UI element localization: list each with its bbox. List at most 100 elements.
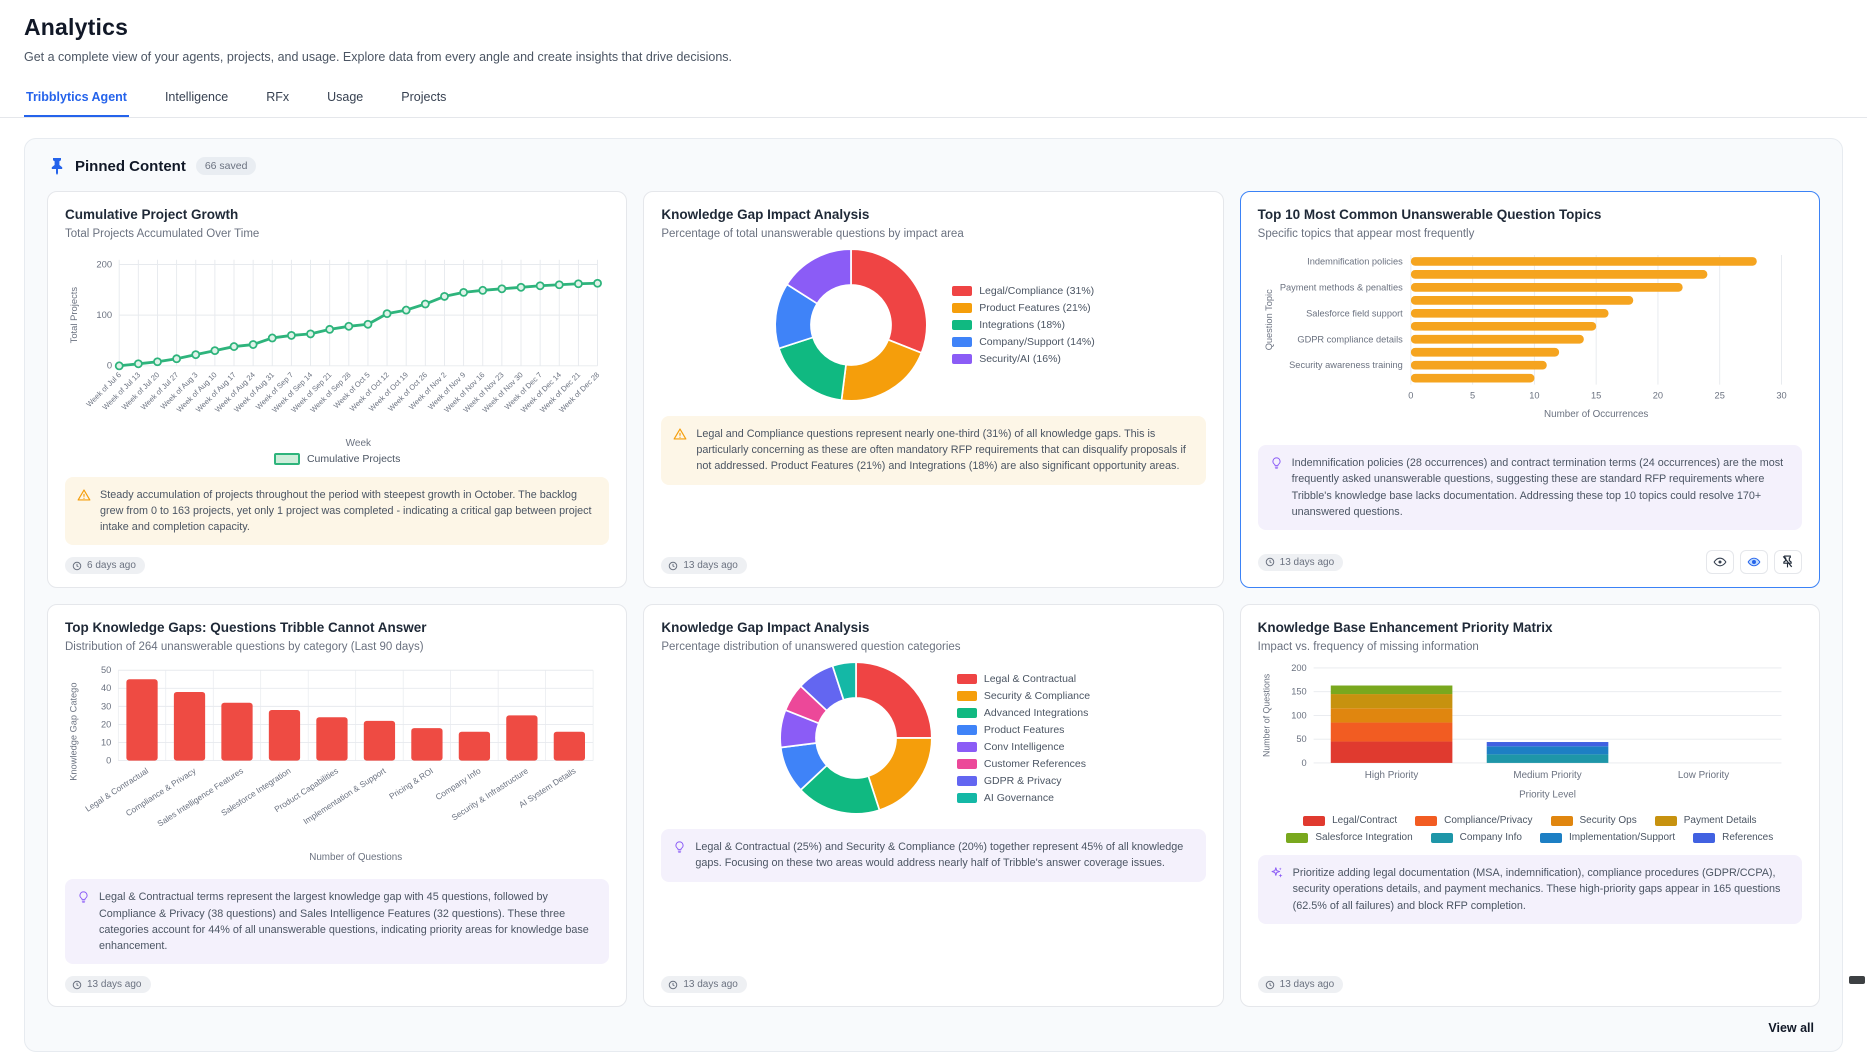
page-title: Analytics xyxy=(24,14,1843,41)
insight-note: Legal and Compliance questions represent… xyxy=(661,416,1205,485)
insight-text: Prioritize adding legal documentation (M… xyxy=(1293,865,1790,914)
legend-swatch xyxy=(957,793,977,803)
lightbulb-icon xyxy=(1270,456,1283,520)
svg-text:Week: Week xyxy=(346,438,372,449)
insight-note: Legal & Contractual (25%) and Security &… xyxy=(661,829,1205,881)
card-subtitle: Percentage distribution of unanswered qu… xyxy=(661,641,1205,653)
card-subtitle: Distribution of 264 unanswerable questio… xyxy=(65,641,609,653)
legend-swatch xyxy=(1303,816,1325,826)
card-actions xyxy=(1706,550,1802,574)
card-cumulative-project-growth[interactable]: Cumulative Project Growth Total Projects… xyxy=(47,191,627,588)
legend-swatch xyxy=(957,691,977,701)
tab-rfx[interactable]: RFx xyxy=(264,82,291,117)
legend-label: Company Info xyxy=(1460,832,1522,843)
insight-text: Legal & Contractual (25%) and Security &… xyxy=(695,839,1193,871)
clock-icon xyxy=(668,980,678,990)
unpin-button[interactable] xyxy=(1774,550,1802,574)
legend-label: Security Ops xyxy=(1580,815,1637,826)
svg-text:Sales Intelligence Features: Sales Intelligence Features xyxy=(155,766,245,829)
legend-swatch xyxy=(1286,833,1308,843)
legend-swatch xyxy=(952,320,972,330)
legend-swatch xyxy=(957,708,977,718)
card-priority-matrix[interactable]: Knowledge Base Enhancement Priority Matr… xyxy=(1240,604,1820,1007)
card-top-knowledge-gaps[interactable]: Top Knowledge Gaps: Questions Tribble Ca… xyxy=(47,604,627,1007)
card-subtitle: Specific topics that appear most frequen… xyxy=(1258,228,1802,240)
line-chart: 0100200Week of Jul 6Week of Jul 13Week o… xyxy=(65,248,609,465)
card-title: Top Knowledge Gaps: Questions Tribble Ca… xyxy=(65,620,609,635)
insight-view-button[interactable] xyxy=(1740,550,1768,574)
card-subtitle: Impact vs. frequency of missing informat… xyxy=(1258,641,1802,653)
svg-text:10: 10 xyxy=(101,738,111,748)
lightbulb-icon xyxy=(673,840,686,871)
card-title: Cumulative Project Growth xyxy=(65,207,609,222)
svg-text:0: 0 xyxy=(106,756,111,766)
card-knowledge-gap-impact-areas[interactable]: Knowledge Gap Impact Analysis Percentage… xyxy=(643,191,1223,588)
svg-text:30: 30 xyxy=(101,701,111,711)
legend-item: References xyxy=(1693,832,1773,843)
bar-chart-svg: 01020304050Legal & ContractualCompliance… xyxy=(65,661,609,867)
card-top-unanswerable-topics[interactable]: Top 10 Most Common Unanswerable Question… xyxy=(1240,191,1820,588)
tab-tribblytics-agent[interactable]: Tribblytics Agent xyxy=(24,82,129,117)
view-button[interactable] xyxy=(1706,550,1734,574)
eye-colored-icon xyxy=(1747,556,1761,568)
svg-text:5: 5 xyxy=(1470,391,1475,401)
legend-label: Security & Compliance xyxy=(984,690,1090,702)
stacked-bar-chart-svg: 050100150200High PriorityMedium Priority… xyxy=(1258,661,1802,807)
insight-text: Legal and Compliance questions represent… xyxy=(696,426,1193,475)
stacked-bar-chart: 050100150200High PriorityMedium Priority… xyxy=(1258,661,1802,843)
legend-item: Security/AI (16%) xyxy=(952,353,1095,365)
chart-legend: Cumulative Projects xyxy=(65,453,609,465)
legend-swatch xyxy=(957,742,977,752)
svg-text:50: 50 xyxy=(1296,734,1306,744)
svg-text:Medium Priority: Medium Priority xyxy=(1513,770,1581,781)
svg-text:Payment methods & penalties: Payment methods & penalties xyxy=(1280,282,1403,292)
legend-item: Integrations (18%) xyxy=(952,319,1095,331)
svg-text:GDPR compliance details: GDPR compliance details xyxy=(1297,334,1403,344)
donut-chart: Legal & Contractual Security & Compliance… xyxy=(661,659,1205,817)
legend-item: Conv Intelligence xyxy=(957,741,1090,753)
pinned-content-title: Pinned Content xyxy=(75,158,186,175)
legend-item: Compliance/Privacy xyxy=(1415,815,1532,826)
card-title: Knowledge Gap Impact Analysis xyxy=(661,620,1205,635)
view-all-link[interactable]: View all xyxy=(1768,1021,1814,1035)
legend-label: Legal/Compliance (31%) xyxy=(979,285,1094,297)
legend-label: Advanced Integrations xyxy=(984,707,1089,719)
legend-label: Compliance/Privacy xyxy=(1444,815,1532,826)
legend-item: Legal & Contractual xyxy=(957,673,1090,685)
legend-label: Product Features (21%) xyxy=(979,302,1090,314)
tab-projects[interactable]: Projects xyxy=(399,82,448,117)
svg-text:0: 0 xyxy=(107,360,112,371)
legend-item: GDPR & Privacy xyxy=(957,775,1090,787)
svg-text:Security & Infrastructure: Security & Infrastructure xyxy=(450,765,531,822)
legend-swatch xyxy=(957,776,977,786)
svg-text:Priority Level: Priority Level xyxy=(1519,790,1576,801)
svg-text:Salesforce field support: Salesforce field support xyxy=(1306,308,1403,318)
scrollbar-corner[interactable] xyxy=(1849,976,1865,984)
page-header: Analytics Get a complete view of your ag… xyxy=(0,0,1867,64)
pinned-cards-grid: Cumulative Project Growth Total Projects… xyxy=(47,191,1820,1007)
legend-swatch xyxy=(952,337,972,347)
legend-item: Company Info xyxy=(1431,832,1522,843)
svg-text:Total Projects: Total Projects xyxy=(68,287,79,344)
svg-text:Number of Questions: Number of Questions xyxy=(1261,673,1271,757)
svg-text:0: 0 xyxy=(1301,758,1306,768)
card-knowledge-gap-categories[interactable]: Knowledge Gap Impact Analysis Percentage… xyxy=(643,604,1223,1007)
timestamp-text: 6 days ago xyxy=(87,560,136,571)
insight-note: Prioritize adding legal documentation (M… xyxy=(1258,855,1802,924)
svg-text:0: 0 xyxy=(1408,391,1413,401)
svg-text:25: 25 xyxy=(1714,391,1724,401)
analytics-tabs: Tribblytics Agent Intelligence RFx Usage… xyxy=(0,82,1867,118)
legend-label: Cumulative Projects xyxy=(307,453,400,465)
chart-legend: Legal/Contract Compliance/Privacy Security… xyxy=(1258,815,1802,843)
timestamp-badge: 13 days ago xyxy=(65,976,151,993)
legend-swatch xyxy=(952,354,972,364)
legend-item: Product Features xyxy=(957,724,1090,736)
legend-swatch xyxy=(957,759,977,769)
card-title: Knowledge Gap Impact Analysis xyxy=(661,207,1205,222)
legend-label: Legal/Contract xyxy=(1332,815,1397,826)
tab-intelligence[interactable]: Intelligence xyxy=(163,82,230,117)
svg-text:High Priority: High Priority xyxy=(1364,770,1418,781)
line-chart-svg: 0100200Week of Jul 6Week of Jul 13Week o… xyxy=(65,248,609,451)
tab-usage[interactable]: Usage xyxy=(325,82,365,117)
svg-text:50: 50 xyxy=(101,665,111,675)
